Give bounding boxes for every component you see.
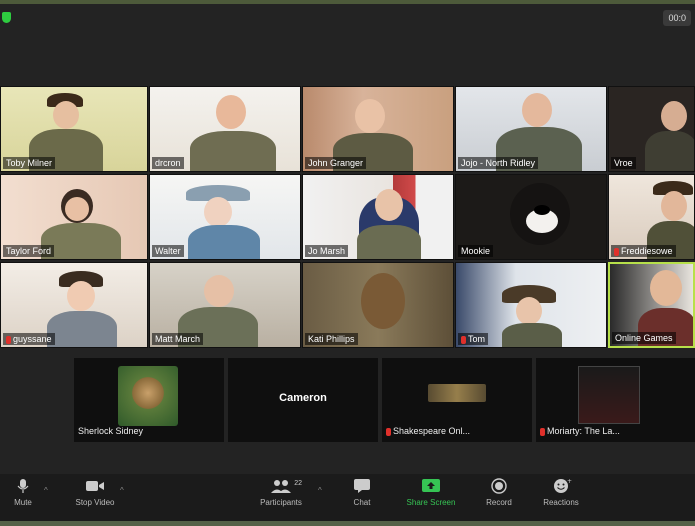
logo: [428, 384, 486, 402]
video-tile[interactable]: Toby Milner: [0, 86, 148, 172]
participants-label: Participants: [260, 498, 302, 507]
muted-mic-icon: [6, 335, 11, 344]
participant-name: Shakespeare Onl...: [386, 426, 470, 436]
mute-button[interactable]: Mute: [0, 478, 58, 507]
participant-tile[interactable]: Cameron: [228, 358, 378, 442]
participant-strip: Sherlock Sidney Cameron Shakespeare Onl.…: [0, 356, 695, 444]
participant-name: Freddiesowe: [611, 245, 676, 257]
reactions-label: Reactions: [543, 498, 579, 507]
share-screen-icon: [420, 478, 442, 494]
participant-tile[interactable]: Sherlock Sidney: [74, 358, 224, 442]
participants-button[interactable]: 22 Participants: [246, 478, 316, 507]
zoom-meeting-window: 00:0 Toby Milner drcron John Granger Joj…: [0, 4, 695, 521]
record-label: Record: [486, 498, 512, 507]
reactions-button[interactable]: + Reactions: [526, 478, 596, 507]
video-tile[interactable]: Walter: [149, 174, 301, 260]
microphone-icon: [12, 478, 34, 494]
participant-tile[interactable]: Shakespeare Onl...: [382, 358, 532, 442]
screen-bezel-bottom: [0, 521, 695, 526]
participant-name: Sherlock Sidney: [78, 426, 144, 436]
muted-mic-icon: [614, 247, 619, 256]
participant-name: John Granger: [305, 157, 367, 169]
video-tile[interactable]: drcron: [149, 86, 301, 172]
participant-name: guyssane: [3, 333, 55, 345]
participant-name: drcron: [152, 157, 184, 169]
meeting-toolbar: Mute ^ Stop Video ^ 22 Participants ^ Ch…: [0, 474, 695, 521]
participant-name: Kati Phillips: [305, 333, 358, 345]
video-tile-active-speaker[interactable]: Online Games: [608, 262, 695, 348]
encryption-shield-icon[interactable]: [2, 12, 11, 23]
share-screen-label: Share Screen: [406, 498, 456, 507]
participants-icon: 22: [270, 478, 302, 494]
avatar: [118, 366, 178, 426]
video-tile[interactable]: Taylor Ford: [0, 174, 148, 260]
meeting-timer: 00:0: [663, 10, 691, 26]
participants-count: 22: [294, 480, 302, 487]
video-camera-icon: [84, 478, 106, 494]
participant-name: Tom: [458, 333, 489, 345]
share-screen-button[interactable]: Share Screen: [396, 478, 466, 507]
record-icon: [488, 478, 510, 494]
video-tile[interactable]: guyssane: [0, 262, 148, 348]
video-tile[interactable]: Matt March: [149, 262, 301, 348]
muted-mic-icon: [540, 427, 545, 436]
participant-name: Matt March: [152, 333, 204, 345]
participant-name: Online Games: [612, 332, 676, 344]
participants-options-caret-icon[interactable]: ^: [318, 486, 322, 495]
mute-label: Mute: [14, 498, 32, 507]
participant-name: Toby Milner: [3, 157, 56, 169]
stop-video-label: Stop Video: [75, 498, 115, 507]
muted-mic-icon: [386, 427, 391, 436]
video-tile[interactable]: Kati Phillips: [302, 262, 454, 348]
video-tile[interactable]: Jo Marsh: [302, 174, 454, 260]
chat-button[interactable]: Chat: [327, 478, 397, 507]
svg-text:+: +: [567, 478, 572, 485]
participant-name: Taylor Ford: [3, 245, 55, 257]
video-tile[interactable]: Mookie: [455, 174, 607, 260]
chat-label: Chat: [353, 498, 371, 507]
video-options-caret-icon[interactable]: ^: [120, 486, 124, 495]
muted-mic-icon: [461, 335, 466, 344]
participant-name-center: Cameron: [279, 392, 327, 404]
reactions-icon: +: [550, 478, 572, 494]
participant-name: Mookie: [458, 245, 494, 257]
video-tile[interactable]: John Granger: [302, 86, 454, 172]
participant-tile[interactable]: Moriarty: The La...: [536, 358, 695, 442]
video-tile[interactable]: Vroe: [608, 86, 695, 172]
video-tile[interactable]: Tom: [455, 262, 607, 348]
video-tile[interactable]: Freddiesowe: [608, 174, 695, 260]
participant-name: Moriarty: The La...: [540, 426, 620, 436]
participant-name: Jojo - North Ridley: [458, 157, 539, 169]
chat-icon: [351, 478, 373, 494]
mute-options-caret-icon[interactable]: ^: [44, 486, 48, 495]
record-button[interactable]: Record: [464, 478, 534, 507]
logo: [578, 366, 640, 424]
participant-name: Jo Marsh: [305, 245, 349, 257]
participant-name: Vroe: [611, 157, 636, 169]
video-tile[interactable]: Jojo - North Ridley: [455, 86, 607, 172]
participant-name: Walter: [152, 245, 184, 257]
